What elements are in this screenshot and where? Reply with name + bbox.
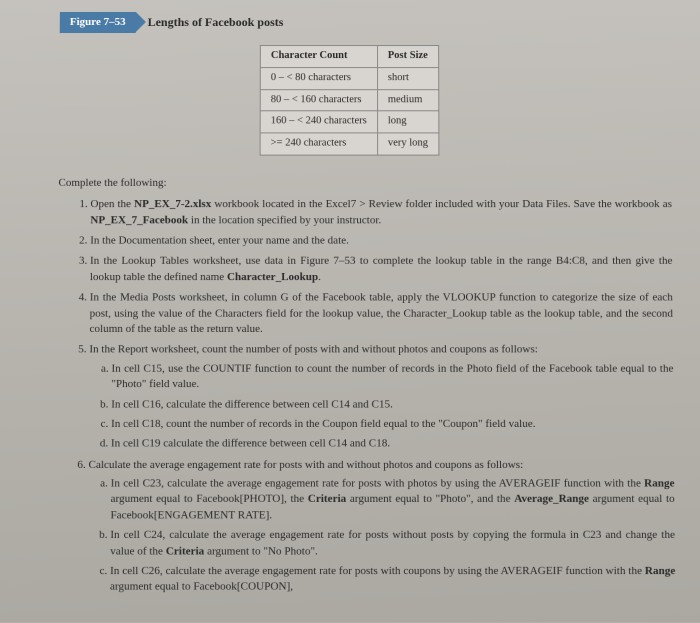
text: in the location specified by your instru…	[188, 214, 381, 226]
list-item: In cell C19 calculate the difference bet…	[111, 437, 674, 453]
sub-list: In cell C23, calculate the average engag…	[88, 476, 676, 595]
cell: long	[377, 111, 438, 133]
sub-list: In cell C15, use the COUNTIF function to…	[89, 361, 675, 452]
table-row: 0 – < 80 characters short	[260, 68, 438, 90]
defined-name: Character_Lookup	[227, 271, 318, 283]
argument: Range	[645, 565, 676, 577]
list-item: In the Lookup Tables worksheet, use data…	[90, 254, 673, 285]
text: argument equal to "Photo", and the	[346, 493, 514, 505]
text: argument equal to Facebook[COUPON],	[110, 581, 293, 593]
argument: Criteria	[166, 545, 205, 557]
list-item: In cell C15, use the COUNTIF function to…	[111, 361, 673, 392]
text: In the Lookup Tables worksheet, use data…	[90, 255, 673, 283]
text: argument to "No Photo".	[204, 545, 318, 557]
table-header-row: Character Count Post Size	[260, 46, 438, 68]
argument: Range	[644, 477, 674, 489]
document-page: Figure 7–53 Lengths of Facebook posts Ch…	[0, 0, 700, 623]
table-row: 80 – < 160 characters medium	[260, 89, 438, 111]
cell: 0 – < 80 characters	[260, 68, 377, 90]
figure-tag: Figure 7–53	[60, 12, 136, 33]
list-item: Calculate the average engagement rate fo…	[88, 457, 676, 595]
list-item: In the Documentation sheet, enter your n…	[90, 233, 672, 249]
cell: very long	[377, 133, 438, 155]
cell: short	[377, 68, 438, 90]
figure-header: Figure 7–53 Lengths of Facebook posts	[60, 12, 671, 33]
text: Open the	[90, 198, 134, 210]
list-item: In cell C23, calculate the average engag…	[110, 476, 674, 523]
argument: Criteria	[308, 493, 346, 505]
list-item: In the Report worksheet, count the numbe…	[89, 343, 675, 453]
list-item: In cell C24, calculate the average engag…	[110, 528, 675, 560]
lookup-table: Character Count Post Size 0 – < 80 chara…	[260, 45, 439, 155]
table-row: >= 240 characters very long	[260, 133, 438, 155]
text: In cell C23, calculate the average engag…	[111, 477, 645, 489]
instruction-list: Open the NP_EX_7-2.xlsx workbook located…	[55, 197, 676, 595]
cell: 160 – < 240 characters	[260, 111, 377, 133]
list-item: In cell C18, count the number of records…	[111, 417, 674, 433]
list-item: In cell C26, calculate the average engag…	[110, 564, 676, 596]
text: workbook located in the Excel7 > Review …	[211, 198, 672, 210]
text: In cell C26, calculate the average engag…	[110, 565, 645, 577]
filename: NP_EX_7-2.xlsx	[134, 198, 211, 210]
table-row: 160 – < 240 characters long	[260, 111, 438, 133]
cell: 80 – < 160 characters	[260, 89, 377, 111]
cell: >= 240 characters	[260, 133, 377, 155]
list-item: In cell C16, calculate the difference be…	[111, 397, 674, 413]
figure-title: Lengths of Facebook posts	[148, 14, 284, 31]
list-item: In the Media Posts worksheet, in column …	[89, 290, 673, 337]
col-header: Post Size	[377, 46, 438, 68]
list-item: Open the NP_EX_7-2.xlsx workbook located…	[90, 197, 672, 228]
text: .	[318, 271, 321, 283]
filename: NP_EX_7_Facebook	[90, 214, 188, 226]
section-heading: Complete the following:	[58, 176, 671, 192]
text: Calculate the average engagement rate fo…	[88, 458, 523, 470]
cell: medium	[377, 89, 438, 111]
col-header: Character Count	[260, 46, 377, 68]
text: In the Report worksheet, count the numbe…	[89, 344, 538, 356]
argument: Average_Range	[514, 493, 589, 505]
text: argument equal to Facebook[PHOTO], the	[111, 493, 308, 505]
